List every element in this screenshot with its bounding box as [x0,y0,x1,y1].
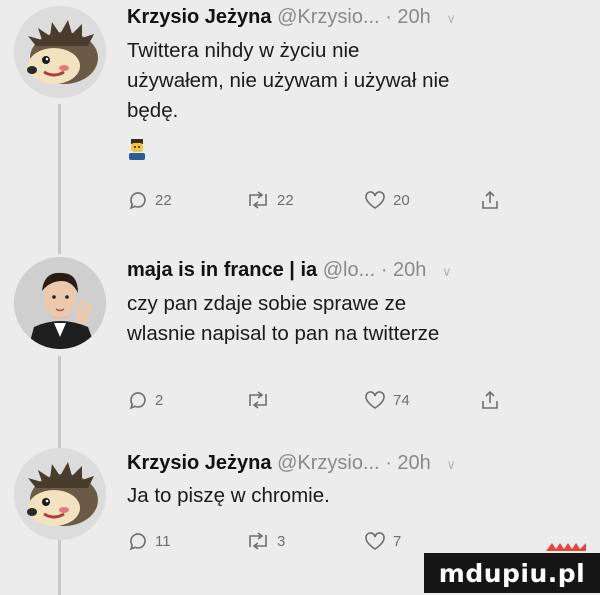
timestamp[interactable]: 20h [397,6,430,28]
hedgehog-avatar[interactable] [14,448,106,540]
watermark: mdupiu.pl [424,553,600,593]
reply-icon [129,192,146,210]
retweet-icon [249,191,267,209]
reply-button[interactable]: 22 [127,188,172,212]
reply-icon [129,392,146,410]
like-button[interactable]: 20 [363,188,410,212]
retweet-button[interactable] [245,388,277,412]
user-handle[interactable]: @lo... [323,259,376,281]
display-name[interactable]: Krzysio Jeżyna [127,6,272,28]
display-name[interactable]: Krzysio Jeżyna [127,452,272,474]
tweet[interactable]: Krzysio Jeżyna @Krzysio... · 20h ∨ Twitt… [0,0,600,240]
tweet-text: Twittera nihdy w życiu nie używałem, nie… [127,36,582,126]
chevron-down-icon[interactable]: ∨ [446,457,456,472]
man-emoji-icon [127,138,147,160]
separator-dot: · [380,259,388,281]
tweet-text-line: Twittera nihdy w życiu nie [127,39,360,62]
retweet-icon [249,391,267,409]
retweet-count: 22 [277,191,294,209]
tweet-actions: 2 74 [127,388,587,412]
separator-dot: · [385,6,392,28]
hedgehog-avatar[interactable] [14,6,106,98]
heart-icon [365,191,385,209]
tweet-header: maja is in france | ia @lo... · 20h ∨ [127,259,452,282]
tweet[interactable]: maja is in france | ia @lo... · 20h ∨ cz… [0,255,600,430]
tweet-text: czy pan zdaje sobie sprawe ze wlasnie na… [127,289,582,349]
tweet-header: Krzysio Jeżyna @Krzysio... · 20h ∨ [127,452,456,475]
tweet-thread: Krzysio Jeżyna @Krzysio... · 20h ∨ Twitt… [0,0,600,595]
display-name[interactable]: maja is in france | ia [127,259,317,281]
reply-count: 22 [155,191,172,209]
tweet-text-line: czy pan zdaje sobie sprawe ze [127,292,407,315]
tweet-text-line: Ja to piszę w chromie. [127,484,330,507]
user-handle[interactable]: @Krzysio... [277,6,380,28]
like-count: 7 [393,532,402,550]
share-icon [482,390,498,409]
person-avatar[interactable] [14,257,106,349]
retweet-button[interactable]: 22 [245,188,294,212]
reply-icon [129,533,146,551]
tweet-text-line: używałem, nie używam i używał nie [127,69,450,92]
like-button[interactable]: 74 [363,388,410,412]
like-button[interactable]: 7 [363,529,401,553]
tweet-text: Ja to piszę w chromie. [127,481,582,511]
tweet-actions: 22 22 20 [127,188,587,212]
share-icon [482,190,498,209]
reply-count: 2 [155,391,164,409]
timestamp[interactable]: 20h [393,259,426,281]
like-count: 74 [393,391,410,409]
timestamp[interactable]: 20h [397,452,430,474]
share-button[interactable] [480,388,500,412]
user-handle[interactable]: @Krzysio... [277,452,380,474]
reply-button[interactable]: 2 [127,388,163,412]
chevron-down-icon[interactable]: ∨ [446,11,456,26]
share-button[interactable] [480,188,500,212]
tweet-text-line: wlasnie napisal to pan na twitterze [127,322,440,345]
chevron-down-icon[interactable]: ∨ [442,264,452,279]
tweet-text-line: będę. [127,99,179,122]
heart-icon [365,391,385,409]
tweet-header: Krzysio Jeżyna @Krzysio... · 20h ∨ [127,6,456,29]
like-count: 20 [393,191,410,209]
retweet-icon [249,532,267,550]
retweet-count: 3 [277,532,286,550]
reply-count: 11 [155,532,171,550]
tweet-actions: 11 3 7 [127,529,587,553]
separator-dot: · [385,452,392,474]
watermark-logo-icon [546,543,586,551]
reply-button[interactable]: 11 [127,529,171,553]
heart-icon [365,532,385,550]
watermark-text: mdupiu.pl [438,558,586,588]
retweet-button[interactable]: 3 [245,529,285,553]
